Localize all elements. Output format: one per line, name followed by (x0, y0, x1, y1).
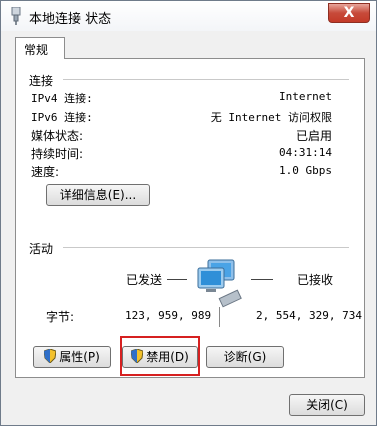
details-button[interactable]: 详细信息(E)... (46, 184, 150, 206)
speed-value: 1.0 Gbps (279, 164, 332, 177)
tab-general[interactable]: 常规 (15, 37, 65, 59)
connection-heading: 连接 (29, 74, 54, 88)
sent-label: 已发送 (126, 273, 163, 287)
received-label: 已接收 (297, 273, 334, 287)
bytes-received-value: 2, 554, 329, 734 (256, 309, 362, 322)
uac-shield-icon (44, 349, 57, 363)
bytes-label: 字节: (46, 310, 75, 324)
highlight-box (120, 336, 200, 376)
general-panel (15, 58, 365, 378)
activity-divider (63, 247, 349, 248)
duration-value: 04:31:14 (279, 146, 332, 159)
media-state-value: 已启用 (295, 129, 332, 143)
close-button[interactable]: 关闭(C) (289, 394, 365, 416)
properties-button[interactable]: 属性(P) (33, 346, 111, 368)
media-state-label: 媒体状态: (31, 129, 84, 143)
connection-divider (63, 79, 349, 80)
duration-label: 持续时间: (31, 147, 84, 161)
status-dialog: 本地连接 状态 X 常规 连接 IPv4 连接: Internet IPv6 连… (0, 0, 377, 426)
network-adapter-icon (11, 7, 21, 25)
ipv4-value: Internet (279, 90, 332, 103)
diagnose-button[interactable]: 诊断(G) (206, 346, 284, 368)
title-bar[interactable]: 本地连接 状态 X (1, 1, 376, 31)
ipv6-label: IPv6 连接: (31, 111, 93, 124)
bytes-sent-value: 123, 959, 989 (125, 309, 212, 322)
properties-label: 属性(P) (59, 350, 100, 364)
tab-general-label: 常规 (24, 43, 49, 57)
computer-network-icon (197, 259, 242, 308)
ipv6-value: 无 Internet 访问权限 (210, 111, 332, 124)
sent-line (167, 279, 187, 280)
received-line (251, 279, 273, 280)
window-title: 本地连接 状态 (29, 12, 112, 27)
ipv4-label: IPv4 连接: (31, 92, 93, 105)
speed-label: 速度: (31, 165, 60, 179)
activity-separator (219, 307, 220, 327)
window-close-button[interactable]: X (328, 3, 370, 23)
activity-heading: 活动 (29, 242, 54, 256)
